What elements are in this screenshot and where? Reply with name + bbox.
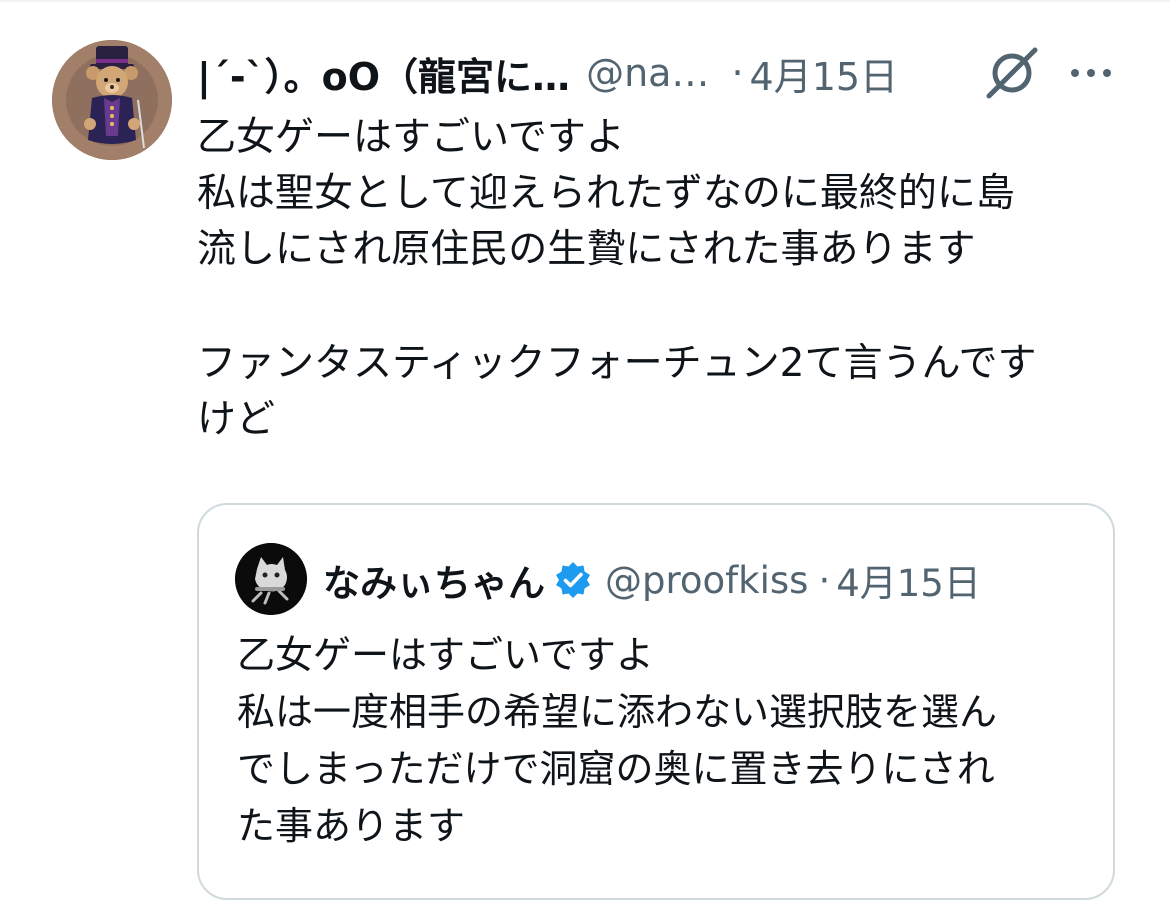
quoted-tweet-header: なみぃちゃん @proofkiss · 4月15日 xyxy=(323,549,981,611)
author-name[interactable]: |´-`）。oO（龍宮に… xyxy=(197,46,570,101)
tweet-text-line: 私は聖女として迎えられたずなのに最終的に島 xyxy=(197,171,1015,216)
cat-avatar-icon xyxy=(235,543,307,615)
quoted-header-separator: · xyxy=(818,558,831,602)
header-separator: · xyxy=(731,51,744,95)
tweet-text-line: ファンタスティックフォーチュン2て言うんです xyxy=(197,341,1037,386)
author-handle[interactable]: @na… xyxy=(586,51,709,95)
teddy-bear-avatar-icon xyxy=(52,40,172,160)
quoted-author-handle[interactable]: @proofkiss xyxy=(605,559,808,602)
quoted-text-line: 乙女ゲーはすごいですよ xyxy=(237,633,654,677)
quoted-text-line: でしまっただけで洞窟の奥に置き去りにされ xyxy=(237,747,995,791)
quoted-author-avatar[interactable] xyxy=(235,543,307,615)
tweet-text-line: 乙女ゲーはすごいですよ xyxy=(197,115,625,160)
quoted-tweet-text: 乙女ゲーはすごいですよ 私は一度相手の希望に添わない選択肢を選ん でしまっただけ… xyxy=(237,627,1097,855)
tweet[interactable]: |´-`）。oO（龍宮に… @na… · 4月15日 乙女ゲーはすごいですよ 私… xyxy=(0,0,1170,918)
tweet-text-line: けど xyxy=(197,397,276,442)
quoted-author-name[interactable]: なみぃちゃん xyxy=(323,553,545,607)
quoted-text-line: 私は一度相手の希望に添わない選択肢を選ん xyxy=(237,690,998,734)
grok-icon[interactable] xyxy=(983,44,1041,102)
tweet-text-line: 流しにされ原住民の生贄にされた事あります xyxy=(197,227,976,272)
quoted-tweet-card[interactable]: なみぃちゃん @proofkiss · 4月15日 乙女ゲーはすごいですよ 私は… xyxy=(197,503,1115,900)
tweet-text: 乙女ゲーはすごいですよ 私は聖女として迎えられたずなのに最終的に島 流しにされ原… xyxy=(197,110,1137,448)
quoted-text-line: た事あります xyxy=(237,804,466,848)
quoted-tweet-date[interactable]: 4月15日 xyxy=(836,553,981,607)
author-avatar[interactable] xyxy=(52,40,172,160)
more-options-icon[interactable] xyxy=(1068,58,1114,88)
tweet-date[interactable]: 4月15日 xyxy=(750,46,899,101)
verified-badge-icon xyxy=(556,562,590,598)
